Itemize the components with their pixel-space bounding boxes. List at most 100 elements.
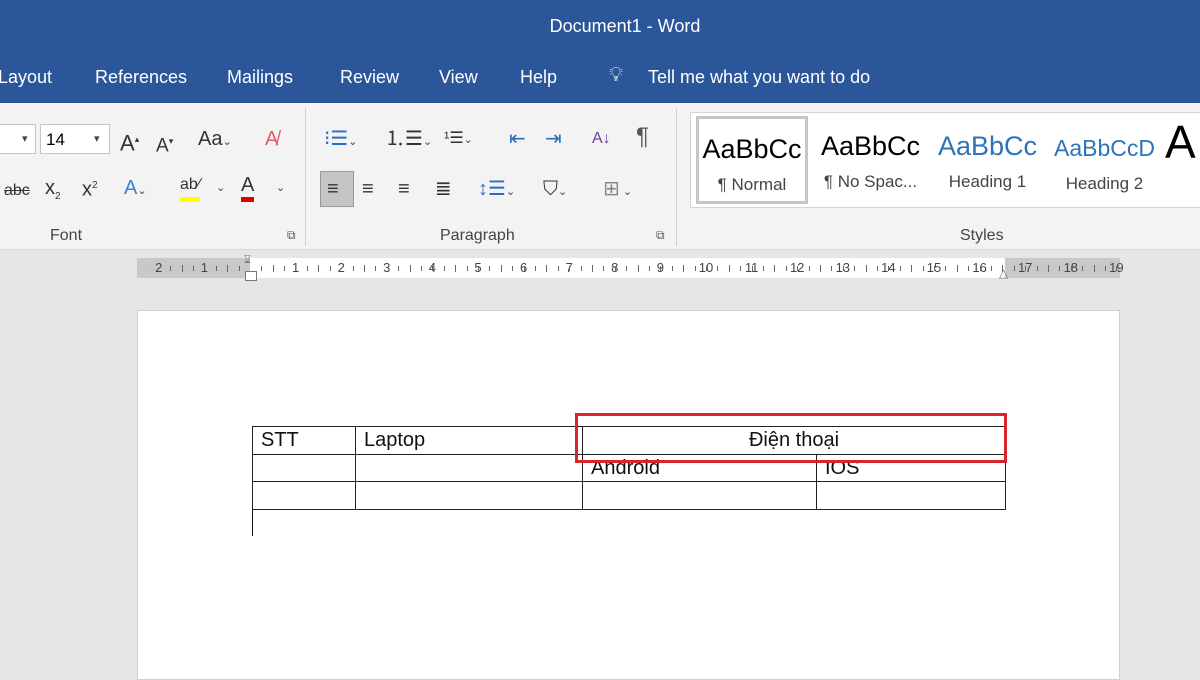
- clear-formatting-icon[interactable]: A̸: [265, 127, 278, 151]
- superscript-icon[interactable]: x2: [82, 174, 98, 202]
- ruler-tick: [706, 266, 707, 271]
- shrink-font-icon[interactable]: A▾: [156, 129, 173, 158]
- style-name: ¶ No Spac...: [823, 172, 918, 191]
- tab-mailings[interactable]: Mailings: [227, 67, 293, 88]
- style-title-preview[interactable]: A: [1165, 115, 1196, 169]
- style-normal[interactable]: AaBbCc ¶ Normal: [696, 116, 808, 204]
- table-cell[interactable]: [252, 481, 356, 510]
- tab-help[interactable]: Help: [520, 67, 557, 88]
- ruler-tick: [272, 265, 274, 272]
- style-heading-2[interactable]: AaBbCcD Heading 2: [1046, 113, 1163, 207]
- ruler-tick: [592, 265, 593, 272]
- ruler-tick: [443, 266, 445, 271]
- divider: [676, 108, 677, 246]
- strikethrough-icon[interactable]: abc: [4, 179, 30, 203]
- table-cell[interactable]: [355, 481, 583, 510]
- ruler-tick: [1070, 266, 1072, 271]
- ruler-tick: [774, 265, 776, 272]
- decrease-indent-icon[interactable]: ⇤: [509, 127, 526, 151]
- style-heading-1[interactable]: AaBbCc Heading 1: [929, 113, 1046, 207]
- align-center-icon[interactable]: ≡: [362, 177, 374, 201]
- tab-view[interactable]: View: [439, 67, 478, 88]
- ruler-tick: [831, 266, 833, 271]
- font-dialog-launcher-icon[interactable]: ⧉: [287, 228, 296, 243]
- ruler-tick: [352, 266, 354, 271]
- ruler-tick: [820, 265, 821, 272]
- ruler-tick: [637, 265, 639, 272]
- right-indent-marker[interactable]: △: [999, 266, 1008, 280]
- highlight-icon[interactable]: ab∕: [180, 173, 201, 202]
- ruler-number: 1: [200, 260, 208, 275]
- sort-icon[interactable]: A↓: [592, 127, 611, 151]
- ruler-tick: [728, 265, 730, 272]
- ruler-tick: [238, 266, 240, 271]
- ruler-tick: [535, 266, 536, 271]
- first-line-indent-marker[interactable]: ⌛︎: [244, 254, 251, 267]
- ruler-tick: [329, 266, 331, 271]
- ruler-tick: [1036, 266, 1038, 271]
- ruler-tick: [512, 266, 514, 271]
- horizontal-ruler[interactable]: 2112345678910111213141516171819 ⌛︎ △: [137, 254, 1124, 281]
- increase-indent-icon[interactable]: ⇥: [545, 127, 562, 151]
- ruler-tick: [968, 266, 970, 271]
- ruler-tick: [318, 265, 320, 272]
- ruler-tick: [455, 265, 457, 272]
- borders-icon[interactable]: ⊞ ⌄: [603, 177, 632, 204]
- text-cursor: [252, 510, 253, 536]
- align-left-button[interactable]: ≡: [320, 171, 354, 207]
- ruler-tick: [865, 265, 867, 272]
- table-cell[interactable]: [816, 481, 1006, 510]
- divider: [305, 108, 306, 246]
- bullets-icon[interactable]: ⁝☰⌄: [324, 127, 358, 154]
- text-effects-icon[interactable]: A⌄: [124, 176, 147, 203]
- ruler-tick: [911, 265, 913, 272]
- multilevel-list-icon[interactable]: ¹☰⌄: [444, 127, 473, 152]
- ruler-tick: [842, 266, 844, 271]
- subscript-icon[interactable]: x2: [45, 176, 61, 209]
- style-preview: AaBbCc: [702, 134, 802, 164]
- ruler-tick: [398, 266, 400, 271]
- ruler-tick: [1105, 266, 1106, 271]
- table-cell[interactable]: STT: [252, 426, 356, 455]
- tab-layout[interactable]: Layout: [0, 67, 52, 88]
- style-no-spacing[interactable]: AaBbCc ¶ No Spac...: [812, 113, 929, 207]
- font-color-icon[interactable]: A: [241, 173, 255, 202]
- style-name: ¶ Normal: [717, 175, 787, 194]
- paragraph-dialog-launcher-icon[interactable]: ⧉: [656, 228, 665, 243]
- grow-font-icon[interactable]: A▴: [120, 127, 139, 155]
- line-spacing-icon[interactable]: ↕☰⌄: [478, 177, 515, 204]
- table-cell[interactable]: [355, 453, 583, 482]
- ruler-tick: [500, 265, 502, 272]
- ruler-tick: [364, 265, 365, 272]
- ruler-tick: [409, 265, 411, 272]
- shading-icon[interactable]: ⛉⌄: [543, 177, 567, 204]
- show-formatting-marks-icon[interactable]: ¶: [636, 125, 649, 149]
- change-case-icon[interactable]: Aa⌄: [198, 127, 232, 154]
- ruler-tick: [797, 266, 799, 271]
- table-cell[interactable]: [582, 481, 817, 510]
- ruler-tick: [215, 266, 217, 271]
- tab-references[interactable]: References: [95, 67, 187, 88]
- ruler-tick: [170, 266, 172, 271]
- numbering-icon[interactable]: ⒈☰⌄: [385, 127, 432, 154]
- align-right-icon[interactable]: ≡: [398, 177, 410, 201]
- font-name-dropdown[interactable]: ▾: [0, 124, 36, 154]
- justify-icon[interactable]: ≣: [435, 177, 452, 201]
- ruler-tick: [261, 266, 263, 271]
- tab-review[interactable]: Review: [340, 67, 399, 88]
- ruler-tick: [888, 266, 890, 271]
- lightbulb-icon: 💡︎: [609, 64, 623, 86]
- table-cell[interactable]: [252, 453, 356, 482]
- font-size-dropdown[interactable]: 14 ▾: [40, 124, 110, 154]
- tell-me-search[interactable]: Tell me what you want to do: [648, 67, 870, 88]
- ruler-tick: [899, 266, 901, 271]
- style-preview: AaBbCcD: [1054, 135, 1155, 161]
- ruler-tick: [1048, 265, 1049, 272]
- left-indent-marker[interactable]: [245, 271, 257, 281]
- ruler-tick: [991, 266, 992, 271]
- table-cell[interactable]: Laptop: [355, 426, 583, 455]
- ruler-tick: [557, 266, 559, 271]
- ruler-tick: [808, 266, 810, 271]
- window-title: Document1 - Word: [549, 16, 701, 36]
- ruler-tick: [375, 266, 377, 271]
